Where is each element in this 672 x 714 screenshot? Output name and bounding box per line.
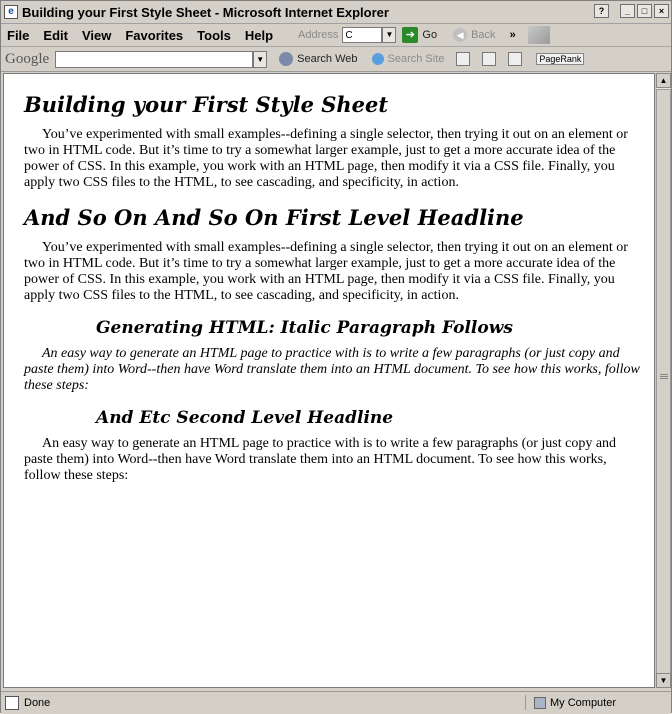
- page-status-icon: [5, 696, 19, 710]
- binoculars-icon: [279, 52, 294, 66]
- zone-label: My Computer: [550, 696, 617, 709]
- grip-icon: [660, 374, 668, 375]
- back-label: Back: [471, 29, 496, 41]
- pagerank-indicator: PageRank: [536, 53, 585, 65]
- security-zone: My Computer: [525, 695, 665, 710]
- menu-favorites[interactable]: Favorites: [118, 28, 190, 43]
- page-content: Building your First Style Sheet You’ve e…: [3, 73, 655, 688]
- heading-first-style-sheet: Building your First Style Sheet: [24, 92, 389, 117]
- windows-logo: [527, 26, 550, 44]
- search-site-label: Search Site: [387, 53, 445, 65]
- google-logo[interactable]: Google: [5, 51, 49, 68]
- menu-help[interactable]: Help: [238, 28, 280, 43]
- address-dropdown[interactable]: ▼: [382, 27, 397, 43]
- menu-file[interactable]: File: [1, 28, 36, 43]
- window-controls: _ □ ×: [620, 4, 669, 18]
- address-label: Address: [298, 29, 339, 41]
- menu-tools[interactable]: Tools: [190, 28, 238, 43]
- menu-view[interactable]: View: [75, 28, 118, 43]
- search-web-label: Search Web: [297, 53, 358, 65]
- address-input[interactable]: C: [342, 27, 383, 43]
- google-search-input[interactable]: [55, 50, 254, 68]
- ie-icon: e: [4, 5, 18, 19]
- menu-bar: File Edit View Favorites Tools Help Addr…: [1, 24, 671, 47]
- paragraph-italic: An easy way to generate an HTML page to …: [24, 346, 640, 393]
- heading-generating-html: Generating HTML: Italic Paragraph Follow…: [96, 318, 513, 338]
- highlight-icon[interactable]: [482, 52, 497, 66]
- browser-window: e Building your First Style Sheet - Micr…: [0, 0, 672, 714]
- google-search-dropdown[interactable]: ▼: [253, 50, 268, 68]
- maximize-button[interactable]: □: [637, 4, 652, 18]
- help-icon[interactable]: ?: [594, 4, 609, 18]
- scroll-down-icon[interactable]: ▼: [656, 673, 671, 688]
- go-arrow-icon: ➔: [402, 27, 419, 43]
- status-bar: Done My Computer: [1, 691, 671, 714]
- scroll-up-icon[interactable]: ▲: [656, 73, 671, 88]
- back-button[interactable]: ◀ Back: [453, 28, 496, 42]
- scroll-thumb[interactable]: [656, 89, 671, 674]
- toolbar-overflow-icon[interactable]: »: [510, 29, 516, 41]
- window-title: Building your First Style Sheet - Micros…: [22, 4, 389, 20]
- heading-second-level: And Etc Second Level Headline: [96, 408, 394, 428]
- page-info-icon[interactable]: [456, 52, 471, 66]
- google-toolbar: Google ▼ Search Web Search Site PageRank: [1, 47, 671, 72]
- search-web-button[interactable]: Search Web: [279, 52, 358, 66]
- paragraph-1: You’ve experimented with small examples-…: [24, 127, 628, 190]
- status-text: Done: [24, 697, 51, 709]
- title-bar: e Building your First Style Sheet - Micr…: [1, 1, 671, 24]
- menu-edit[interactable]: Edit: [36, 28, 75, 43]
- close-button[interactable]: ×: [654, 4, 669, 18]
- paragraph-2: You’ve experimented with small examples-…: [24, 240, 628, 303]
- go-button[interactable]: ➔ Go: [402, 27, 437, 43]
- minimize-button[interactable]: _: [620, 4, 635, 18]
- vertical-scrollbar[interactable]: ▲ ▼: [655, 73, 671, 688]
- search-site-button[interactable]: Search Site: [371, 53, 445, 65]
- go-label: Go: [422, 29, 438, 41]
- popup-blocker-icon[interactable]: [508, 52, 523, 66]
- search-site-icon: [371, 53, 384, 65]
- paragraph-4: An easy way to generate an HTML page to …: [24, 436, 617, 483]
- computer-icon: [534, 696, 546, 709]
- heading-first-level: And So On And So On First Level Headline: [24, 205, 524, 230]
- back-arrow-icon: ◀: [453, 28, 468, 42]
